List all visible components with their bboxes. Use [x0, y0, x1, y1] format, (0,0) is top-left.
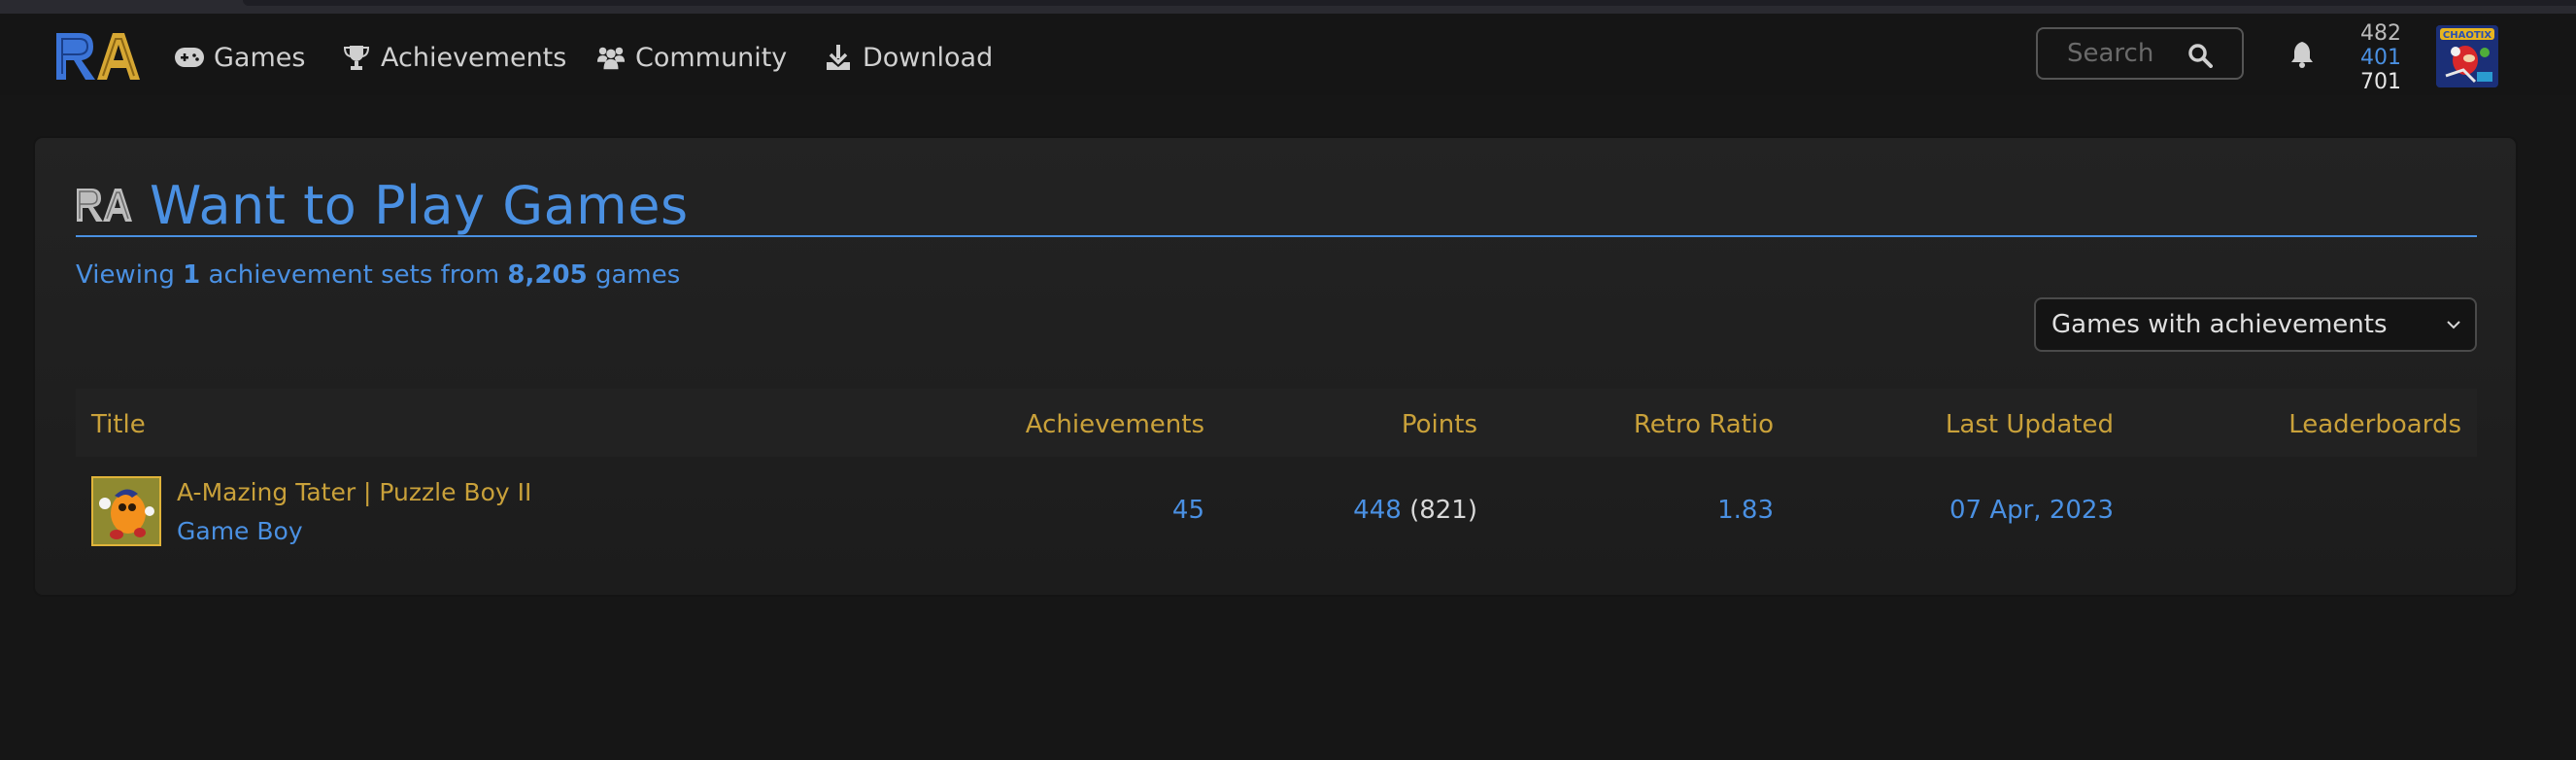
game-filter-select[interactable]: Games with achievements [2034, 297, 2477, 352]
column-header-leaderboards[interactable]: Leaderboards [2288, 410, 2461, 439]
nav-community[interactable]: Community [596, 41, 787, 74]
retro-points: 401 [2360, 46, 2401, 70]
viewing-suffix: games [594, 260, 681, 290]
notification-bell-icon[interactable] [2289, 40, 2315, 69]
nav-games-label: Games [214, 42, 306, 73]
viewing-middle: achievement sets from [208, 260, 500, 290]
content-panel: Want to Play Games Viewing 1 achievement… [35, 138, 2516, 595]
page-title: Want to Play Games [150, 174, 689, 236]
viewing-count: 1 [183, 260, 201, 290]
points-cell: 448 (821) [1353, 496, 1477, 525]
trophy-icon [342, 43, 371, 72]
viewing-total: 8,205 [507, 260, 588, 290]
games-table: Title Achievements Points Retro Ratio La… [76, 389, 2477, 570]
column-header-achievements[interactable]: Achievements [1026, 410, 1204, 439]
users-icon [596, 43, 626, 72]
nav-community-label: Community [635, 42, 788, 73]
ra-title-icon [77, 189, 132, 222]
column-header-points[interactable]: Points [1402, 410, 1477, 439]
hardcore-points: 482 [2360, 21, 2401, 46]
softcore-points: 701 [2360, 70, 2401, 94]
game-thumbnail[interactable] [91, 476, 161, 546]
nav-download-label: Download [863, 42, 994, 73]
browser-tab-edge [243, 0, 2576, 6]
download-icon [824, 43, 853, 72]
title-divider [76, 235, 2477, 237]
retroachievements-logo[interactable] [54, 31, 142, 82]
viewing-summary: Viewing 1 achievement sets from 8,205 ga… [76, 260, 680, 290]
table-header: Title Achievements Points Retro Ratio La… [76, 389, 2477, 457]
svg-text:CHAOTIX: CHAOTIX [2443, 30, 2491, 41]
user-points[interactable]: 482 401 701 [2355, 21, 2401, 94]
nav-games[interactable]: Games [175, 41, 305, 74]
gamepad-icon [175, 43, 204, 72]
points-value: 448 [1353, 496, 1402, 525]
viewing-prefix: Viewing [76, 260, 175, 290]
column-header-retro-ratio[interactable]: Retro Ratio [1634, 410, 1774, 439]
nav-achievements-label: Achievements [381, 42, 567, 73]
column-header-title[interactable]: Title [91, 410, 146, 439]
search-icon[interactable] [2187, 43, 2213, 68]
achievements-count: 45 [1171, 496, 1204, 525]
chevron-down-icon [2447, 321, 2460, 329]
retro-ratio-value: 1.83 [1717, 496, 1774, 525]
filter-selected-value: Games with achievements [2051, 310, 2388, 339]
nav-download[interactable]: Download [824, 41, 993, 74]
page-header: Want to Play Games [76, 171, 689, 239]
search-input[interactable] [2065, 38, 2205, 69]
nav-achievements[interactable]: Achievements [342, 41, 566, 74]
retro-points-value: (821) [1409, 496, 1477, 525]
browser-top-strip [0, 0, 2576, 14]
game-title-link[interactable]: A-Mazing Tater | Puzzle Boy II [177, 478, 531, 506]
last-updated-value: 07 Apr, 2023 [1949, 496, 2114, 525]
user-avatar[interactable]: CHAOTIX [2436, 25, 2498, 87]
table-row: A-Mazing Tater | Puzzle Boy II Game Boy … [76, 457, 2477, 570]
search-box[interactable] [2036, 27, 2244, 80]
top-navbar: Games Achievements Community Download 48… [0, 14, 2576, 95]
column-header-last-updated[interactable]: Last Updated [1946, 410, 2114, 439]
game-console-link[interactable]: Game Boy [177, 517, 303, 545]
